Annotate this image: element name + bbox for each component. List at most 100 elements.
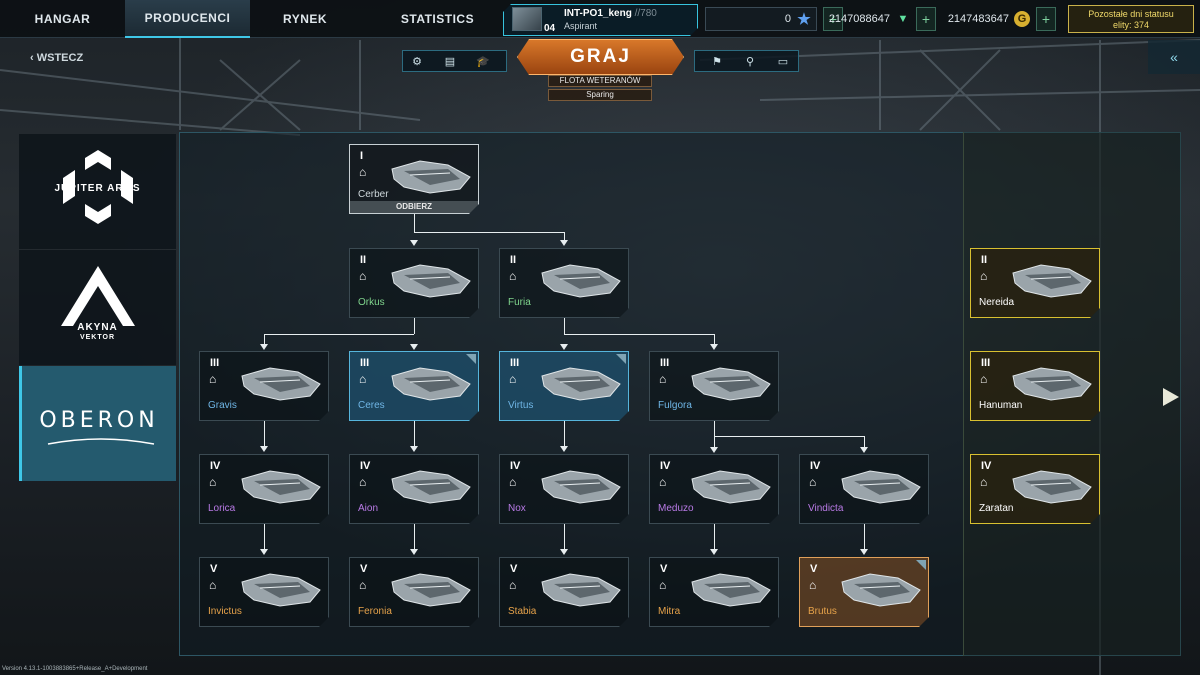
ship-class-icon: ⌂ xyxy=(809,475,817,489)
player-rank: Aspirant xyxy=(564,21,598,31)
manufacturer-jupiter-arms[interactable]: JUPITER ARMS xyxy=(19,134,176,249)
credits-counter: 2147088647 ▼ xyxy=(825,7,915,31)
premium-ship-card-hanuman[interactable]: III ⌂ Hanuman xyxy=(970,351,1100,421)
ship-card-ceres[interactable]: III ⌂ Ceres xyxy=(349,351,479,421)
connector-arrow-icon xyxy=(410,549,418,555)
ship-tier: III xyxy=(510,357,520,369)
ship-card-lorica[interactable]: IV ⌂ Lorica xyxy=(199,454,329,524)
elite-status-line2: elity: 374 xyxy=(1112,20,1150,30)
manufacturer-oberon[interactable]: OBERON xyxy=(19,366,176,481)
ship-card-feronia[interactable]: V ⌂ Feronia xyxy=(349,557,479,627)
connector-arrow-icon xyxy=(560,549,568,555)
premium-ship-card-nereida[interactable]: II ⌂ Nereida xyxy=(970,248,1100,318)
avatar xyxy=(512,7,542,31)
chevron-left-icon: ‹ xyxy=(30,52,34,64)
ship-card-nox[interactable]: IV ⌂ Nox xyxy=(499,454,629,524)
connector-arrow-icon xyxy=(410,240,418,246)
ship-class-icon: ⌂ xyxy=(509,269,517,283)
collapse-panel-button[interactable]: « xyxy=(1148,40,1200,74)
tab-hangar[interactable]: HANGAR xyxy=(0,0,125,38)
ship-hull-icon xyxy=(540,568,622,610)
gold-icon: G xyxy=(1014,11,1030,27)
stars-value: 0 xyxy=(784,13,791,25)
premium-ship-card-zaratan[interactable]: IV ⌂ Zaratan xyxy=(970,454,1100,524)
next-page-arrow-icon[interactable] xyxy=(1163,388,1179,406)
ship-card-stabia[interactable]: V ⌂ Stabia xyxy=(499,557,629,627)
connector-line xyxy=(564,318,565,334)
ship-name: Meduzo xyxy=(658,503,694,514)
ship-hull-icon xyxy=(390,362,472,404)
ship-class-icon: ⌂ xyxy=(980,372,988,386)
connector-arrow-icon xyxy=(710,447,718,453)
tab-statistics[interactable]: STATISTICS xyxy=(360,0,515,38)
tab-producenci[interactable]: PRODUCENCI xyxy=(125,0,250,38)
ship-name: Nereida xyxy=(979,297,1015,308)
ship-name: Invictus xyxy=(208,606,242,617)
ship-hull-icon xyxy=(390,465,472,507)
ship-card-furia[interactable]: II ⌂ Furia xyxy=(499,248,629,318)
player-profile[interactable]: 04 INT-PO1_keng //780 Aspirant xyxy=(503,4,698,36)
academy-icon[interactable]: 🎓 xyxy=(470,52,496,70)
connector-arrow-icon xyxy=(860,447,868,453)
connector-arrow-icon xyxy=(860,549,868,555)
connector-line xyxy=(414,232,564,233)
ship-tier: II xyxy=(981,254,988,266)
mode-selector[interactable]: Sparing xyxy=(548,89,652,101)
ship-class-icon: ⌂ xyxy=(209,578,217,592)
connector-line xyxy=(414,421,415,446)
flag-icon[interactable]: ⚑ xyxy=(704,52,730,70)
play-button[interactable]: GRAJ xyxy=(517,39,684,75)
ship-card-orkus[interactable]: II ⌂ Orkus xyxy=(349,248,479,318)
ship-hull-icon xyxy=(390,259,472,301)
gold-counter: 2147483647 G xyxy=(944,7,1034,31)
add-friend-icon[interactable]: ⚲ xyxy=(737,52,763,70)
ship-name: Ceres xyxy=(358,400,385,411)
ship-card-cerber[interactable]: I ⌂ Cerber ODBIERZ xyxy=(349,144,479,214)
ship-class-icon: ⌂ xyxy=(509,578,517,592)
ship-hull-icon xyxy=(690,362,772,404)
ship-card-virtus[interactable]: III ⌂ Virtus xyxy=(499,351,629,421)
ship-card-gravis[interactable]: III ⌂ Gravis xyxy=(199,351,329,421)
back-button[interactable]: ‹ WSTECZ xyxy=(30,52,83,64)
manufacturer-name: AKYNA xyxy=(77,322,118,333)
ship-name: Aion xyxy=(358,503,379,514)
ship-card-fulgora[interactable]: III ⌂ Fulgora xyxy=(649,351,779,421)
manufacturer-akyna[interactable]: AKYNA VEKTOR xyxy=(19,250,176,365)
ship-tier: IV xyxy=(981,460,992,472)
gear-icon[interactable]: ⚙ xyxy=(404,52,430,70)
ship-card-mitra[interactable]: V ⌂ Mitra xyxy=(649,557,779,627)
connector-line xyxy=(564,334,714,335)
ship-hull-icon xyxy=(1011,465,1093,507)
claim-button[interactable]: ODBIERZ xyxy=(350,201,478,213)
ship-tier: IV xyxy=(810,460,821,472)
stars-counter: 0 ★ xyxy=(705,7,817,31)
ship-card-invictus[interactable]: V ⌂ Invictus xyxy=(199,557,329,627)
ship-class-icon: ⌂ xyxy=(359,372,367,386)
ship-class-icon: ⌂ xyxy=(209,475,217,489)
player-level: 04 xyxy=(544,23,556,34)
connector-line xyxy=(264,334,414,335)
ship-card-vindicta[interactable]: IV ⌂ Vindicta xyxy=(799,454,929,524)
document-icon[interactable]: ▤ xyxy=(437,52,463,70)
ship-card-brutus[interactable]: V ⌂ Brutus xyxy=(799,557,929,627)
ship-class-icon: ⌂ xyxy=(659,475,667,489)
ship-name: Lorica xyxy=(208,503,236,514)
corner-marker-icon xyxy=(916,560,926,570)
elite-status: Pozostałe dni statusu elity: 374 xyxy=(1068,5,1194,33)
tab-rynek[interactable]: RYNEK xyxy=(250,0,360,38)
connector-arrow-icon xyxy=(260,344,268,350)
chat-icon[interactable]: ▭ xyxy=(770,52,796,70)
add-credits-button[interactable]: + xyxy=(916,7,936,31)
connector-line xyxy=(714,334,715,344)
ship-card-meduzo[interactable]: IV ⌂ Meduzo xyxy=(649,454,779,524)
ship-hull-icon xyxy=(240,568,322,610)
credits-value: 2147088647 xyxy=(828,13,890,25)
ship-class-icon: ⌂ xyxy=(809,578,817,592)
ship-tier: III xyxy=(660,357,670,369)
fleet-selector[interactable]: FLOTA WETERANÓW xyxy=(548,75,652,87)
ship-tier: V xyxy=(210,563,218,575)
add-gold-button[interactable]: + xyxy=(1036,7,1056,31)
ship-tier: V xyxy=(660,563,668,575)
ship-tier: III xyxy=(360,357,370,369)
ship-card-aion[interactable]: IV ⌂ Aion xyxy=(349,454,479,524)
